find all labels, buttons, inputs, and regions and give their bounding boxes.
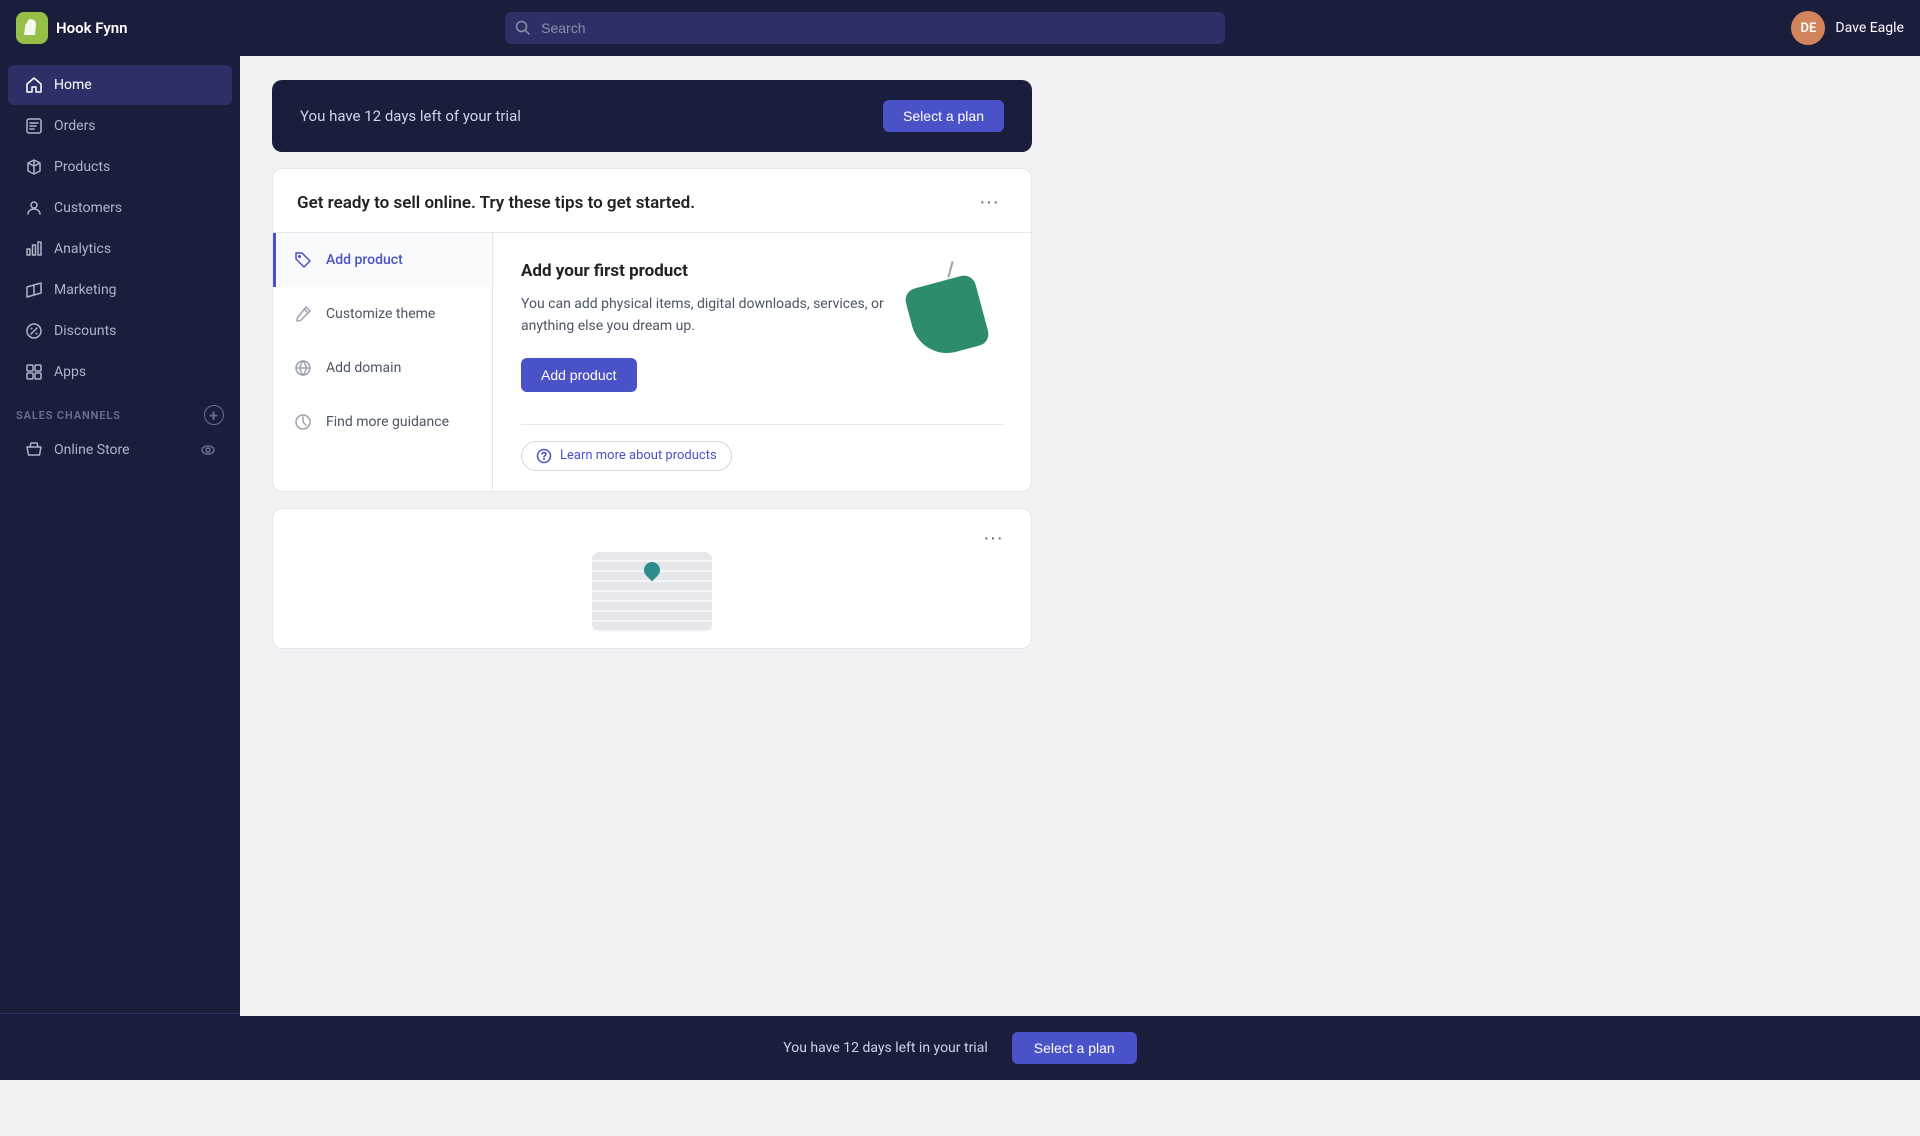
card-header: Get ready to sell online. Try these tips…: [273, 169, 1031, 232]
getting-started-card: Get ready to sell online. Try these tips…: [272, 168, 1032, 492]
customers-icon: [24, 198, 44, 218]
sidebar-item-orders[interactable]: Orders: [8, 106, 232, 146]
sidebar-nav: Home Orders Products: [0, 64, 240, 1013]
sidebar-item-marketing[interactable]: Marketing: [8, 270, 232, 310]
bottom-trial-banner: You have 12 days left in your trial Sele…: [0, 1016, 1920, 1080]
sidebar-item-products[interactable]: Products: [8, 147, 232, 187]
brand: Hook Fynn: [16, 12, 216, 44]
brand-name: Hook Fynn: [56, 19, 128, 37]
step-label: Customize theme: [326, 306, 435, 322]
user-name: Dave Eagle: [1835, 20, 1904, 36]
sidebar: Home Orders Products: [0, 56, 240, 1080]
eye-icon[interactable]: [200, 442, 216, 458]
step-content-desc: You can add physical items, digital down…: [521, 293, 893, 338]
step-add-product[interactable]: Add product: [273, 233, 492, 287]
products-icon: [24, 157, 44, 177]
add-product-button[interactable]: Add product: [521, 358, 637, 392]
second-card: ···: [272, 508, 1032, 649]
top-navigation: Hook Fynn DE Dave Eagle: [0, 0, 1920, 56]
add-sales-channel-button[interactable]: +: [204, 405, 224, 425]
step-customize-theme[interactable]: Customize theme: [273, 287, 492, 341]
trial-banner: You have 12 days left of your trial Sele…: [272, 80, 1032, 152]
step-content-inner: Add your first product You can add physi…: [521, 261, 1003, 416]
map-placeholder: [592, 552, 712, 632]
sidebar-item-label: Apps: [54, 364, 86, 380]
marketing-icon: [24, 280, 44, 300]
search-icon: [515, 20, 531, 36]
second-card-header: ···: [273, 509, 1031, 552]
map-pin-icon: [641, 558, 664, 581]
sidebar-item-label: Home: [54, 77, 92, 93]
sidebar-item-apps[interactable]: Apps: [8, 352, 232, 392]
avatar: DE: [1791, 11, 1825, 45]
bottom-banner-text: You have 12 days left in your trial: [783, 1040, 987, 1056]
step-label: Find more guidance: [326, 414, 449, 430]
trial-banner-text: You have 12 days left of your trial: [300, 107, 521, 125]
sales-channels-section: SALES CHANNELS +: [0, 393, 240, 429]
sidebar-item-label: Analytics: [54, 241, 111, 257]
sidebar-item-online-store[interactable]: Online Store: [8, 430, 232, 470]
orders-icon: [24, 116, 44, 136]
sidebar-item-home[interactable]: Home: [8, 65, 232, 105]
tag-icon: [292, 249, 314, 271]
card-more-button[interactable]: ···: [971, 189, 1007, 216]
sidebar-item-label: Orders: [54, 118, 96, 134]
step-label: Add domain: [326, 360, 401, 376]
search-container: [505, 12, 1225, 44]
home-icon: [24, 75, 44, 95]
second-card-more-button[interactable]: ···: [975, 525, 1011, 552]
apps-icon: [24, 362, 44, 382]
sidebar-item-label: Products: [54, 159, 110, 175]
steps-layout: Add product Customize theme: [273, 232, 1031, 491]
sidebar-item-label: Marketing: [54, 282, 117, 298]
shopify-logo-icon: [16, 12, 48, 44]
step-content-title: Add your first product: [521, 261, 893, 281]
sidebar-item-label: Discounts: [54, 323, 116, 339]
bottom-select-plan-button[interactable]: Select a plan: [1012, 1032, 1137, 1064]
sidebar-item-analytics[interactable]: Analytics: [8, 229, 232, 269]
sidebar-item-label: Online Store: [54, 442, 130, 458]
product-illustration: [893, 271, 983, 361]
step-content: Add your first product You can add physi…: [493, 233, 1031, 491]
learn-more-label: Learn more about products: [560, 448, 717, 463]
discounts-icon: [24, 321, 44, 341]
globe-icon: [292, 357, 314, 379]
card-title: Get ready to sell online. Try these tips…: [297, 193, 695, 213]
steps-list: Add product Customize theme: [273, 233, 493, 491]
sidebar-item-label: Customers: [54, 200, 122, 216]
select-plan-button[interactable]: Select a plan: [883, 100, 1004, 132]
compass-icon: [292, 411, 314, 433]
sidebar-item-customers[interactable]: Customers: [8, 188, 232, 228]
step-label: Add product: [326, 252, 403, 268]
step-add-domain[interactable]: Add domain: [273, 341, 492, 395]
online-store-icon: [24, 440, 44, 460]
learn-more-link[interactable]: Learn more about products: [521, 441, 732, 471]
analytics-icon: [24, 239, 44, 259]
brush-icon: [292, 303, 314, 325]
user-menu[interactable]: DE Dave Eagle: [1791, 11, 1904, 45]
search-input[interactable]: [505, 12, 1225, 44]
help-circle-icon: [536, 448, 552, 464]
step-find-guidance[interactable]: Find more guidance: [273, 395, 492, 449]
map-preview: [273, 552, 1031, 648]
sidebar-item-discounts[interactable]: Discounts: [8, 311, 232, 351]
main-content: You have 12 days left of your trial Sele…: [240, 56, 1920, 1080]
